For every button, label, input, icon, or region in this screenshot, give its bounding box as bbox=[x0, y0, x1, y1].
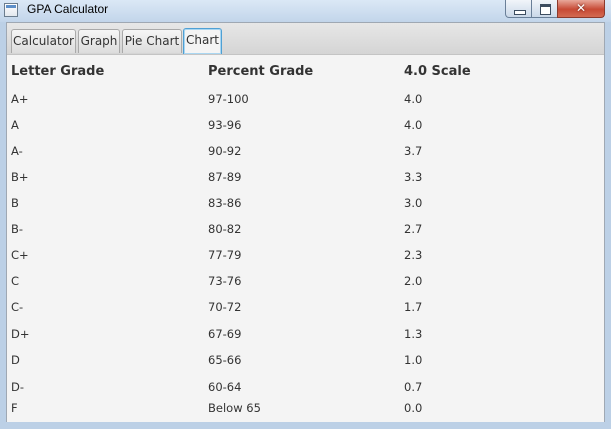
scale-cell: 3.7 bbox=[404, 144, 423, 158]
percent-grade-cell: 70-72 bbox=[208, 300, 242, 314]
letter-grade-cell: A- bbox=[11, 144, 23, 158]
percent-grade-cell: 93-96 bbox=[208, 118, 242, 132]
window-title: GPA Calculator bbox=[27, 2, 109, 16]
percent-grade-cell: 87-89 bbox=[208, 170, 242, 184]
title-bar[interactable]: GPA Calculator ✕ bbox=[0, 0, 611, 22]
letter-grade-cell: D+ bbox=[11, 327, 30, 341]
maximize-icon bbox=[540, 4, 551, 15]
percent-grade-cell: 97-100 bbox=[208, 92, 249, 106]
scale-cell: 1.0 bbox=[404, 353, 423, 367]
scale-cell: 0.7 bbox=[404, 380, 423, 394]
letter-grade-cell: C bbox=[11, 274, 20, 288]
letter-grade-cell: D bbox=[11, 353, 20, 367]
percent-grade-cell: 80-82 bbox=[208, 222, 242, 236]
scale-cell: 1.3 bbox=[404, 327, 423, 341]
tab-calculator[interactable]: Calculator bbox=[11, 29, 76, 53]
maximize-button[interactable] bbox=[531, 0, 558, 18]
scale-cell: 4.0 bbox=[404, 92, 423, 106]
letter-grade-cell: C- bbox=[11, 300, 24, 314]
letter-grade-header: Letter Grade bbox=[11, 64, 105, 79]
tab-bar: Calculator Graph Pie Chart Chart bbox=[7, 23, 604, 55]
tab-chart[interactable]: Chart bbox=[183, 28, 222, 54]
percent-grade-cell: 90-92 bbox=[208, 144, 242, 158]
letter-grade-cell: B+ bbox=[11, 170, 29, 184]
percent-grade-cell: 83-86 bbox=[208, 196, 242, 210]
letter-grade-cell: F bbox=[11, 401, 18, 415]
scale-cell: 3.3 bbox=[404, 170, 423, 184]
letter-grade-cell: A+ bbox=[11, 92, 29, 106]
tab-pane: Calculator Graph Pie Chart Chart Letter … bbox=[6, 22, 605, 422]
close-icon: ✕ bbox=[575, 1, 587, 15]
grade-chart-panel: Letter Grade Percent Grade 4.0 Scale A+ 9… bbox=[7, 54, 604, 422]
scale-header: 4.0 Scale bbox=[404, 64, 471, 79]
scale-cell: 2.7 bbox=[404, 222, 423, 236]
percent-grade-cell: 67-69 bbox=[208, 327, 242, 341]
tab-pie-chart[interactable]: Pie Chart bbox=[122, 29, 182, 53]
letter-grade-cell: C+ bbox=[11, 248, 29, 262]
percent-grade-cell: 73-76 bbox=[208, 274, 242, 288]
percent-grade-cell: Below 65 bbox=[208, 401, 261, 415]
minimize-icon bbox=[514, 10, 526, 15]
tab-graph[interactable]: Graph bbox=[78, 29, 120, 53]
letter-grade-cell: A bbox=[11, 118, 19, 132]
close-button[interactable]: ✕ bbox=[557, 0, 605, 18]
letter-grade-cell: B- bbox=[11, 222, 24, 236]
letter-grade-cell: B bbox=[11, 196, 19, 210]
scale-cell: 0.0 bbox=[404, 401, 423, 415]
scale-cell: 2.0 bbox=[404, 274, 423, 288]
scale-cell: 3.0 bbox=[404, 196, 423, 210]
app-window-icon bbox=[4, 3, 18, 17]
minimize-button[interactable] bbox=[505, 0, 532, 18]
percent-grade-cell: 65-66 bbox=[208, 353, 242, 367]
scale-cell: 2.3 bbox=[404, 248, 423, 262]
percent-grade-cell: 77-79 bbox=[208, 248, 242, 262]
letter-grade-cell: D- bbox=[11, 380, 25, 394]
percent-grade-header: Percent Grade bbox=[208, 64, 314, 79]
scale-cell: 4.0 bbox=[404, 118, 423, 132]
percent-grade-cell: 60-64 bbox=[208, 380, 242, 394]
scale-cell: 1.7 bbox=[404, 300, 423, 314]
app-window: GPA Calculator ✕ Calculator Graph Pie Ch… bbox=[0, 0, 611, 429]
